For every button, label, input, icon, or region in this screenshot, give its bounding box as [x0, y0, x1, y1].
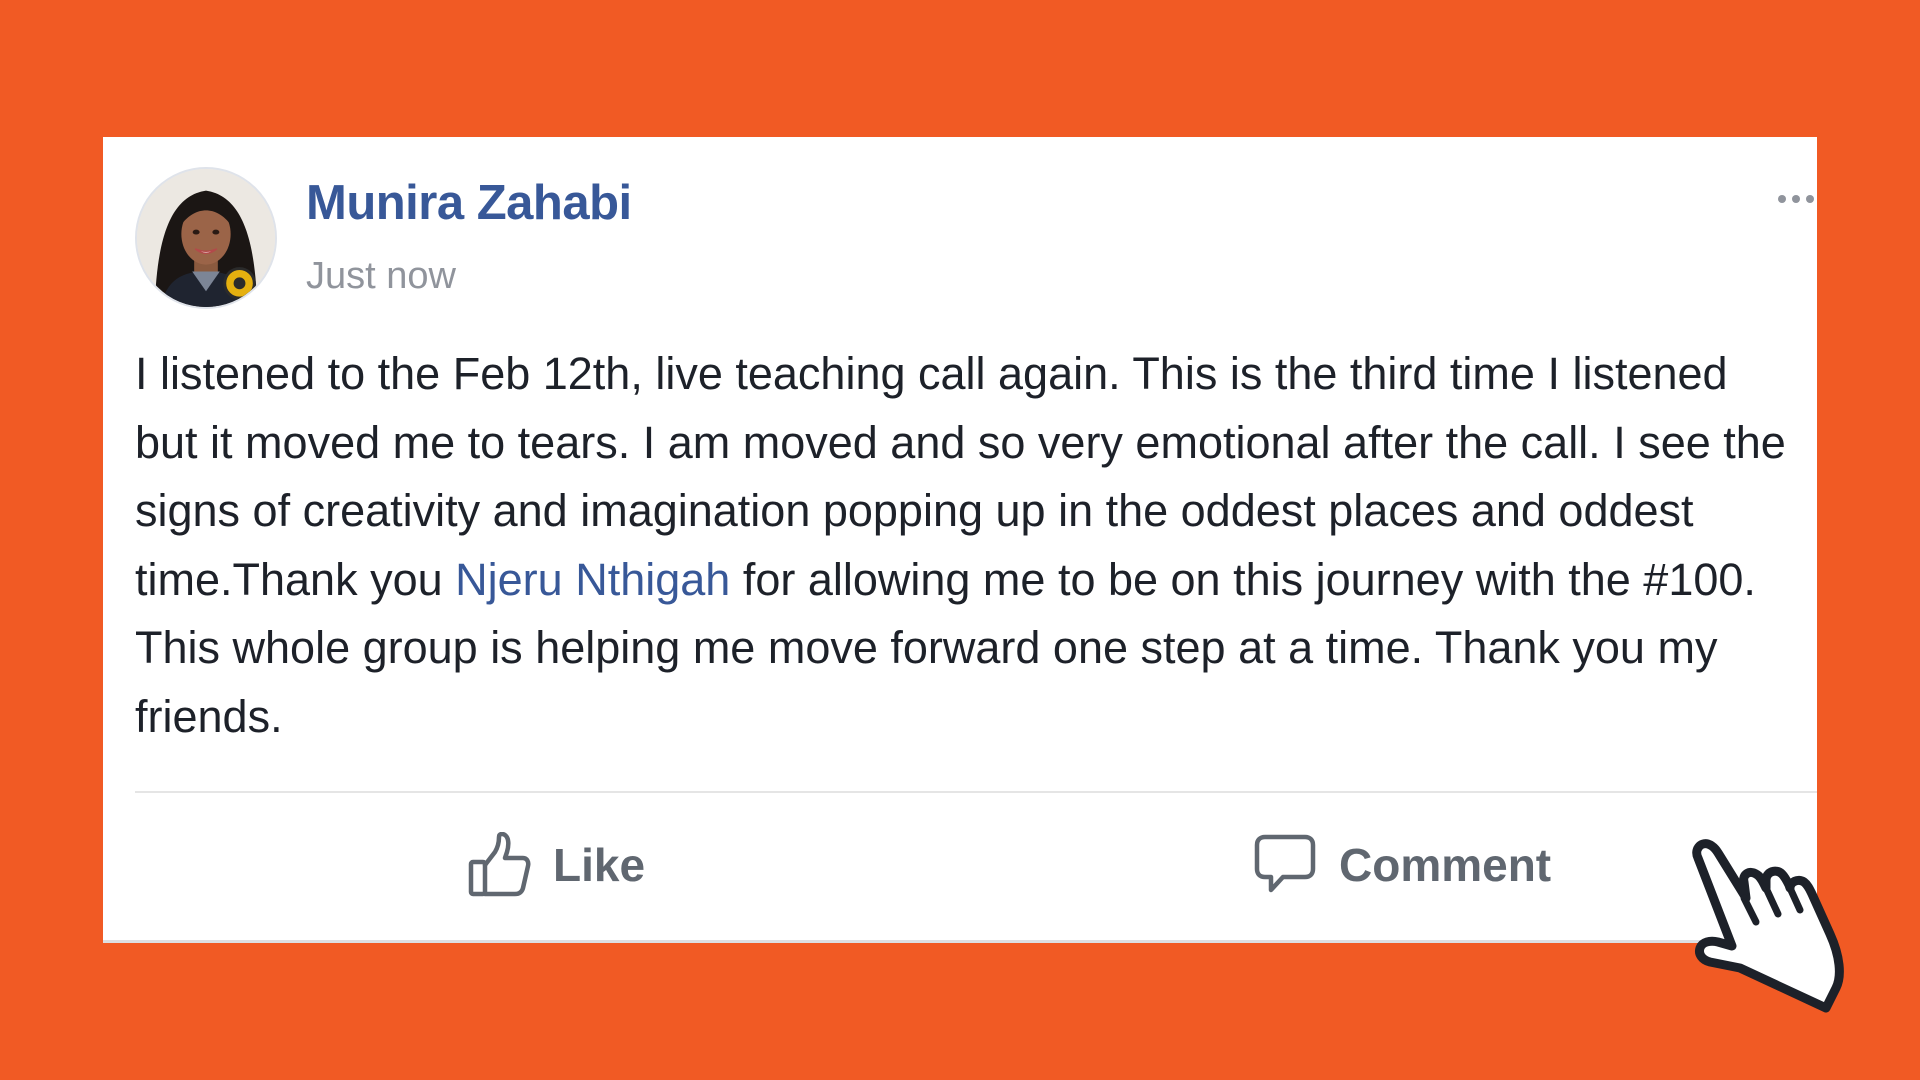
mention-link[interactable]: Njeru Nthigah — [455, 554, 730, 605]
comment-label: Comment — [1339, 839, 1552, 891]
post-body: I listened to the Feb 12th, live teachin… — [135, 340, 1795, 751]
more-options-icon[interactable] — [1775, 189, 1817, 209]
author-name[interactable]: Munira Zahabi — [306, 175, 632, 231]
divider — [135, 791, 1817, 793]
post-card: Munira Zahabi Just now I listened to the… — [103, 137, 1817, 943]
speech-bubble-icon — [1253, 832, 1317, 898]
avatar-image — [137, 169, 275, 307]
like-label: Like — [553, 839, 646, 891]
thumbs-up-icon — [467, 832, 531, 898]
author-avatar[interactable] — [135, 167, 277, 309]
like-button[interactable]: Like — [467, 817, 645, 913]
post-timestamp[interactable]: Just now — [306, 255, 456, 298]
comment-button[interactable]: Comment — [1253, 817, 1551, 913]
